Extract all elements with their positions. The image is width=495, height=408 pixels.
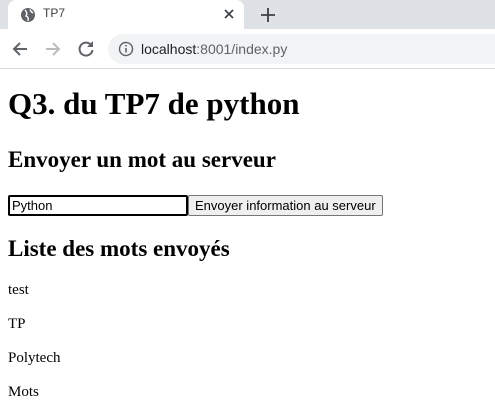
page-title: Q3. du TP7 de python: [8, 86, 300, 121]
url-host: localhost: [141, 41, 197, 57]
list-item: TP: [8, 316, 26, 332]
browser-tab[interactable]: TP7: [8, 0, 244, 29]
list-item: test: [8, 282, 29, 298]
back-arrow-icon[interactable]: [10, 39, 30, 59]
tab-title: TP7: [43, 6, 66, 20]
globe-icon: [21, 8, 35, 22]
url-text[interactable]: localhost:8001/index.py: [141, 41, 287, 57]
send-button[interactable]: Envoyer information au serveur: [188, 195, 383, 216]
url-path: :8001/index.py: [196, 41, 288, 57]
reload-icon[interactable]: [76, 39, 96, 59]
send-heading: Envoyer un mot au serveur: [8, 147, 276, 172]
list-item: Polytech: [8, 350, 61, 366]
forward-arrow-icon[interactable]: [43, 39, 63, 59]
tab-strip: TP7: [0, 0, 495, 29]
word-input[interactable]: [8, 195, 188, 216]
list-heading: Liste des mots envoyés: [8, 236, 230, 261]
info-icon[interactable]: [118, 41, 134, 57]
browser-toolbar: localhost:8001/index.py: [0, 29, 495, 69]
address-bar[interactable]: localhost:8001/index.py: [108, 34, 495, 64]
list-item: Mots: [8, 384, 39, 400]
close-icon[interactable]: [222, 7, 236, 21]
page-content: Q3. du TP7 de python Envoyer un mot au s…: [8, 69, 488, 408]
new-tab-icon[interactable]: [259, 6, 277, 24]
